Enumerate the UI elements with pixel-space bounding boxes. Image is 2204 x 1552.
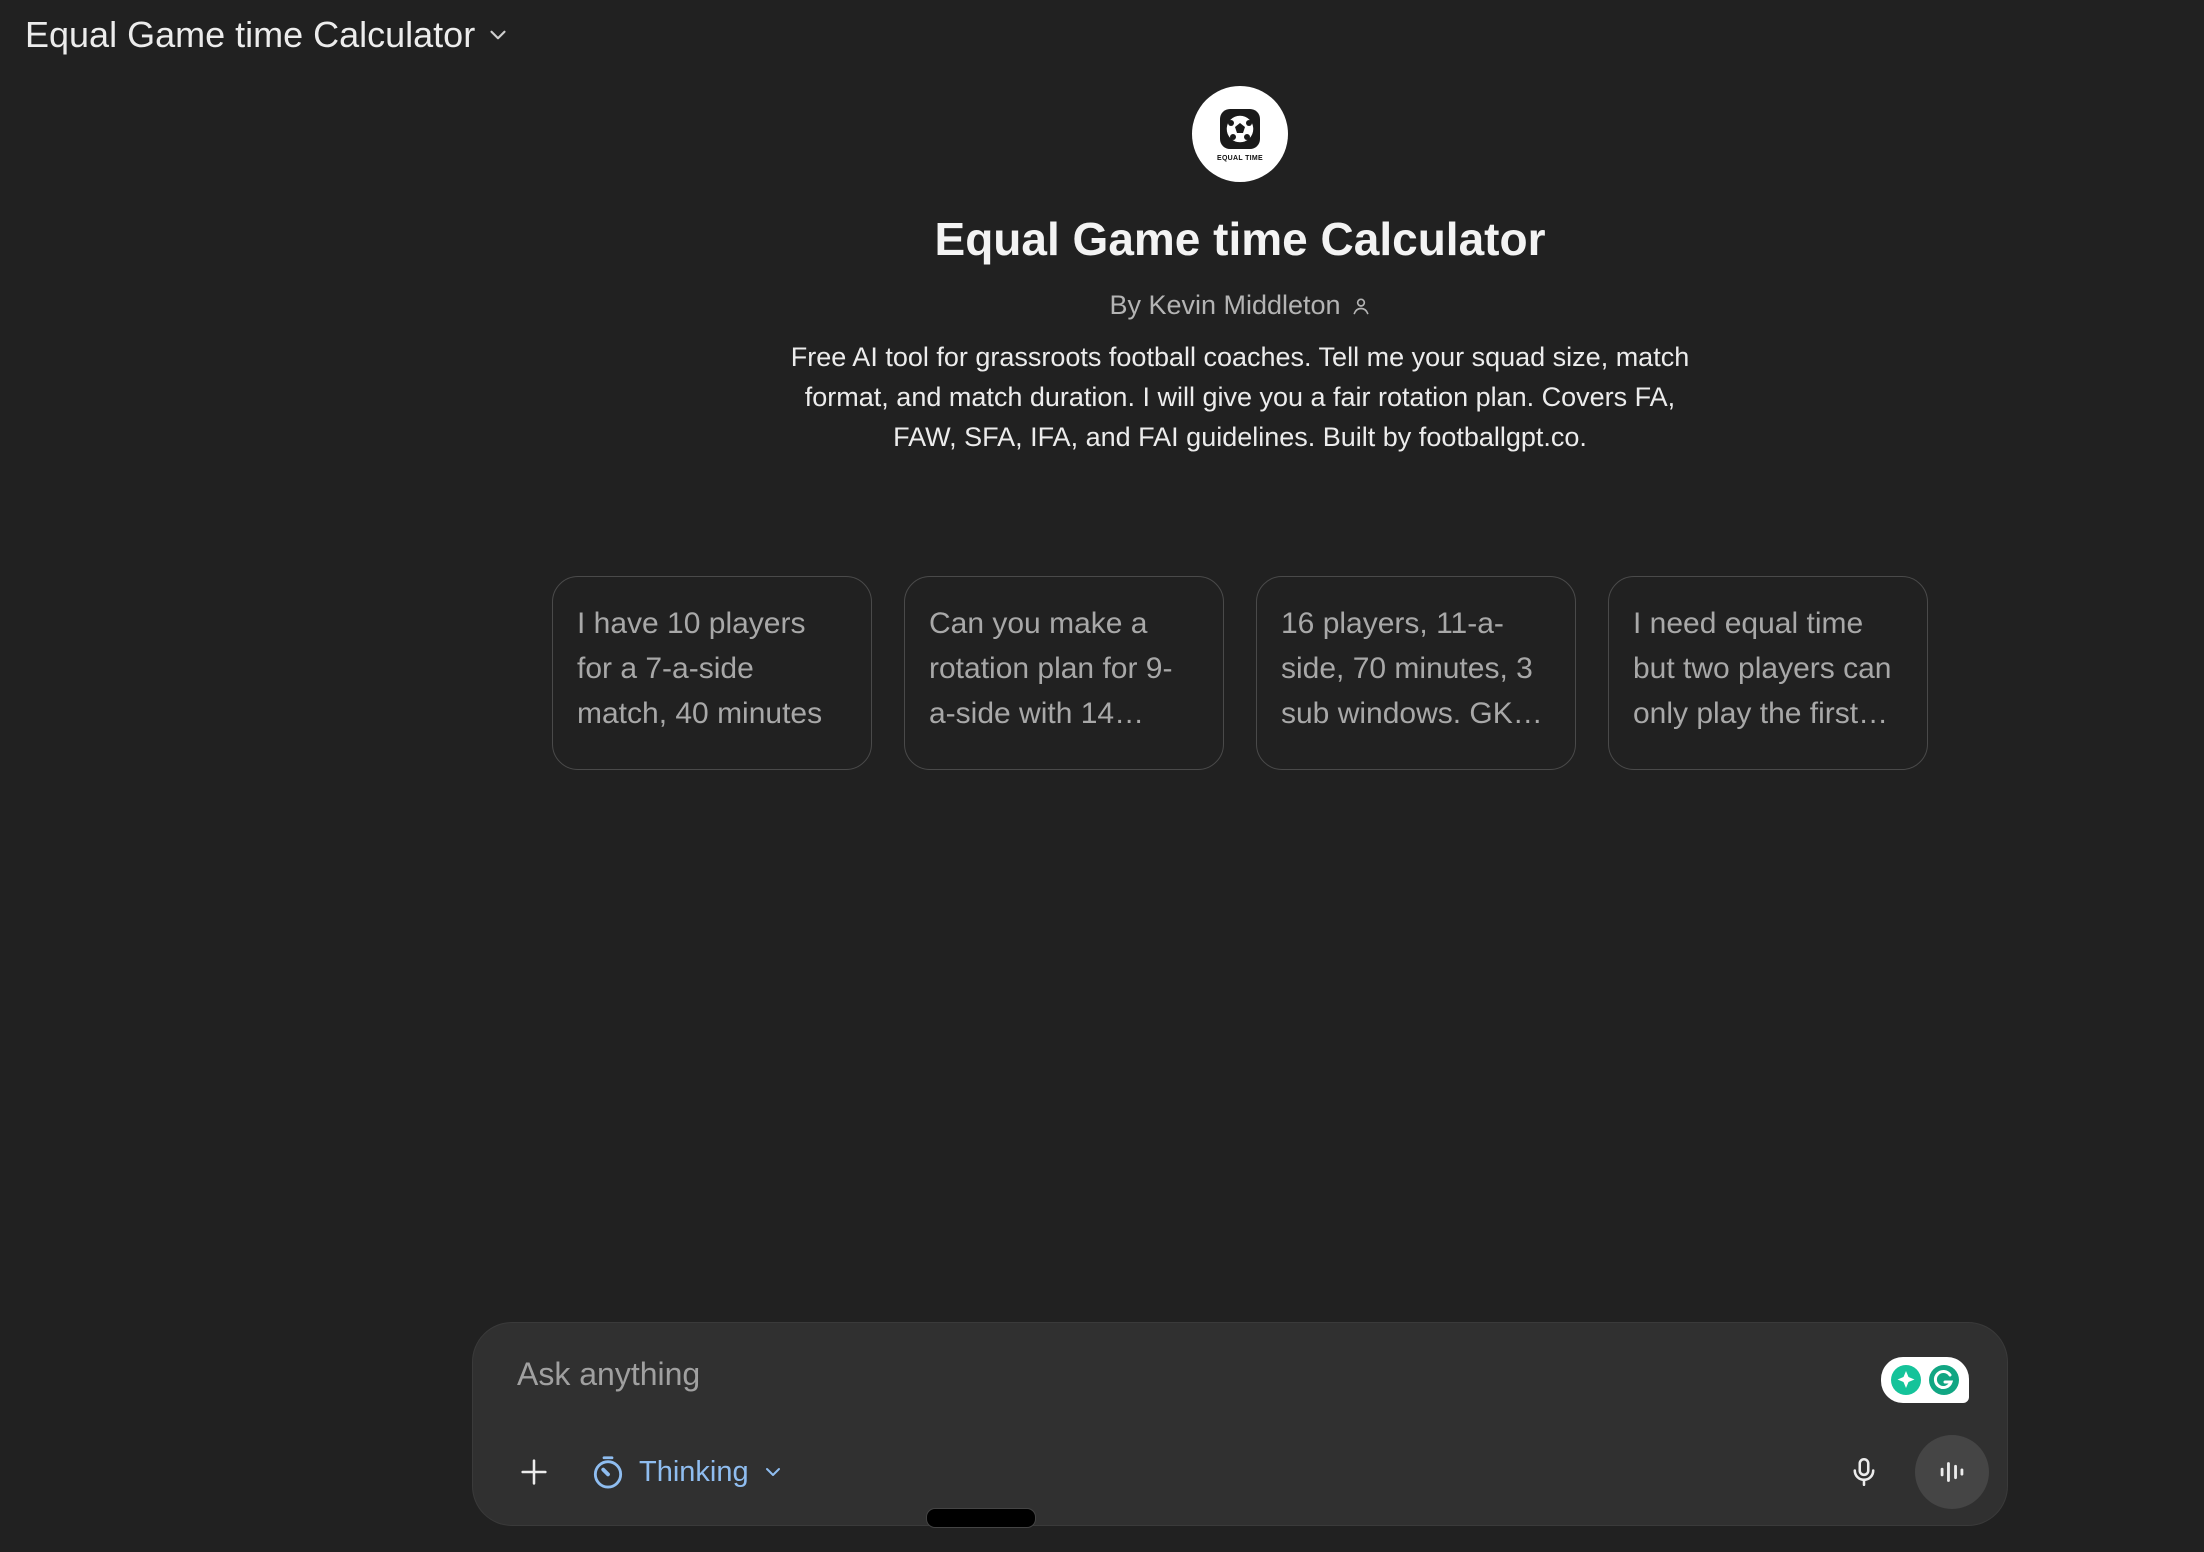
gpt-avatar: EQUAL TIME [1192,86,1288,182]
avatar-logo-text: EQUAL TIME [1216,154,1264,162]
microphone-icon [1853,1457,1875,1487]
thinking-mode-button[interactable]: Thinking [581,1445,793,1499]
chevron-down-icon [765,1468,780,1476]
starter-card[interactable]: I need equal time but two players can on… [1608,576,1928,770]
chevron-down-icon [490,30,506,40]
scroll-handle[interactable] [926,1508,1036,1528]
message-composer: Thinking [472,1322,2008,1526]
page: Equal Game time Calculator EQUAL TIME Eq… [0,0,2204,1552]
football-logo-icon [1220,108,1260,149]
starter-card[interactable]: Can you make a rotation plan for 9-a-sid… [904,576,1224,770]
timer-icon [593,1456,623,1489]
voice-mode-button[interactable] [1915,1435,1989,1509]
starter-text: I need equal time but two players can on… [1633,607,1892,730]
voice-waveform-icon [1940,1462,1964,1482]
starter-text: Can you make a rotation plan for 9-a-sid… [929,607,1173,730]
header-title: Equal Game time Calculator [25,14,476,55]
starter-text: 16 players, 11-a-side, 70 minutes, 3 sub… [1281,607,1533,730]
prompt-input[interactable] [515,1355,1819,1394]
plus-icon [521,1459,547,1485]
starter-text: I have 10 players for a 7-a-side match, … [577,607,823,730]
author-name: By Kevin Middleton [1109,290,1341,320]
conversation-starters: I have 10 players for a 7-a-side match, … [552,576,1928,770]
grammarly-suggestion-icon [1891,1365,1921,1395]
starter-card[interactable]: 16 players, 11-a-side, 70 minutes, 3 sub… [1256,576,1576,770]
grammarly-icon [1929,1365,1959,1395]
grammarly-widget[interactable] [1881,1357,1969,1403]
dictate-button[interactable] [1839,1447,1889,1497]
add-attachment-button[interactable] [509,1447,559,1497]
gpt-title: Equal Game time Calculator [934,213,1546,265]
gpt-description: Free AI tool for grassroots football coa… [790,342,1690,452]
author-line[interactable]: By Kevin Middleton [1109,290,1370,321]
gpt-model-selector[interactable]: Equal Game time Calculator [25,14,511,56]
person-icon [1353,298,1369,314]
starter-card[interactable]: I have 10 players for a 7-a-side match, … [552,576,872,770]
thinking-label: Thinking [639,1455,749,1488]
gpt-profile: EQUAL TIME Equal Game time Calculator By… [0,86,2204,457]
